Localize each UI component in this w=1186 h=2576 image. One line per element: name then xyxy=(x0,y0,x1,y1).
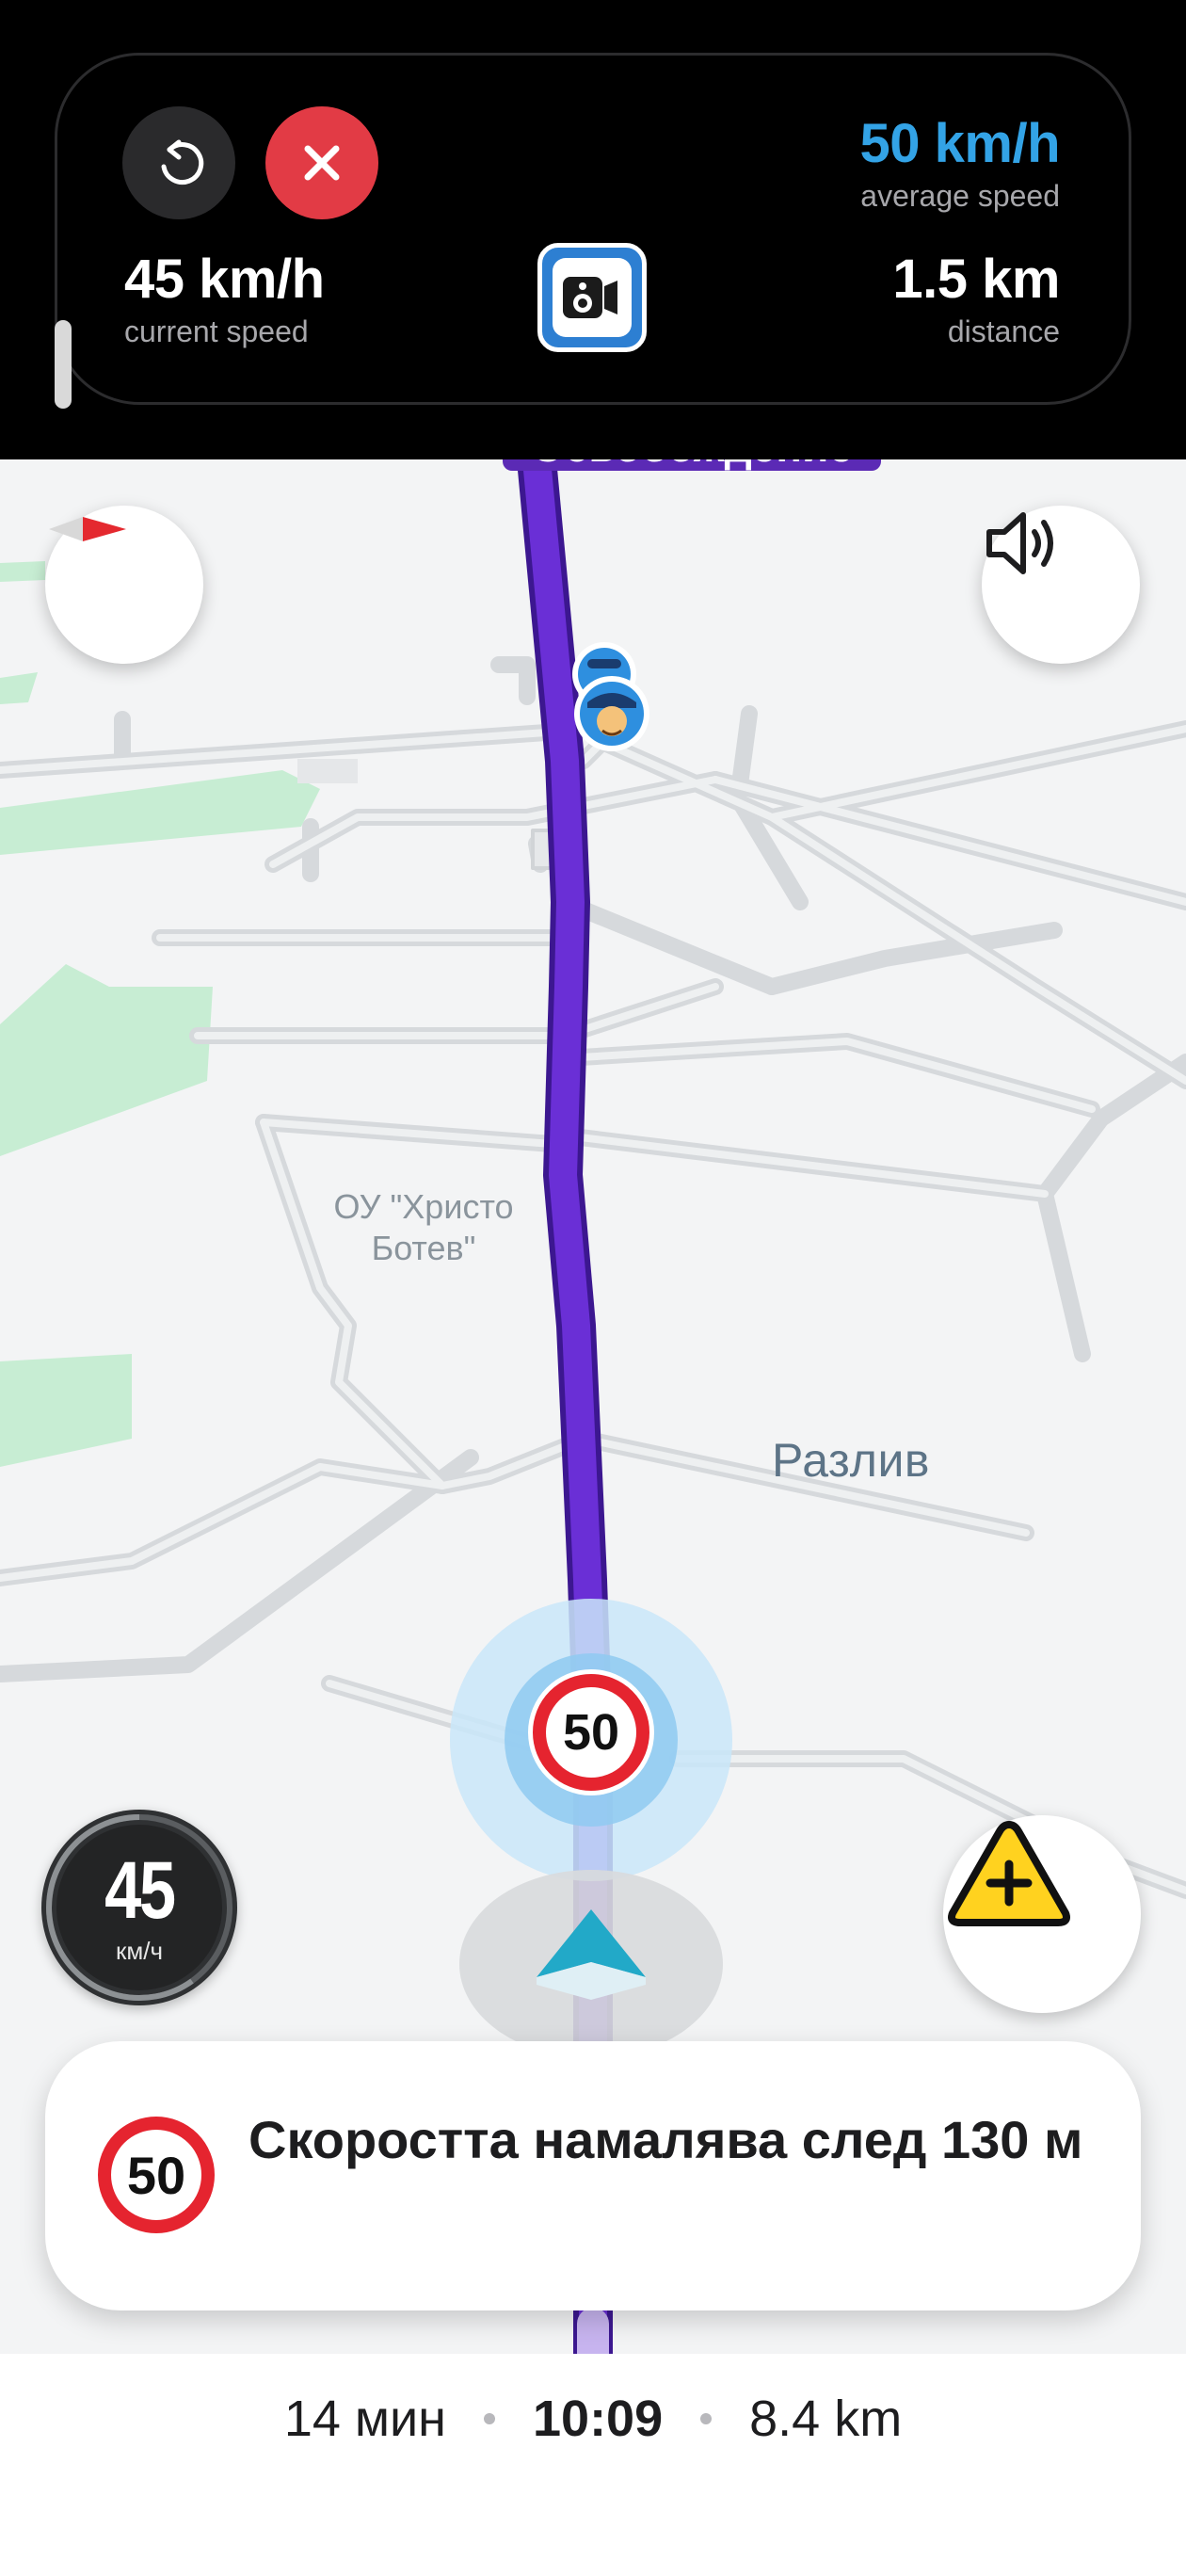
average-speed-value: 50 km/h xyxy=(859,113,1061,174)
trip-summary-bar[interactable]: 14 мин 10:09 8.4 km xyxy=(0,2354,1186,2576)
panel-handle[interactable] xyxy=(55,320,72,409)
alert-speed-limit-sign: 50 xyxy=(98,2117,215,2233)
speedometer[interactable]: 45 км/ч xyxy=(41,1810,237,2005)
separator-dot xyxy=(700,2413,713,2424)
arrival-time: 10:09 xyxy=(533,2391,664,2447)
distance-label: distance xyxy=(947,314,1060,348)
average-speed-label: average speed xyxy=(860,179,1060,213)
speaker-icon xyxy=(986,512,1053,574)
distance-value: 1.5 km xyxy=(892,249,1060,310)
trip-summary: 14 мин 10:09 8.4 km xyxy=(0,2390,1186,2448)
trip-distance: 8.4 km xyxy=(749,2391,903,2447)
report-hazard-icon xyxy=(948,1821,1070,1926)
close-icon xyxy=(304,145,340,181)
street-name-banner: Освобождение xyxy=(503,459,881,471)
speed-camera-panel: 45 km/h current speed 50 km/h average sp… xyxy=(0,0,1186,459)
current-speed-label: current speed xyxy=(124,314,309,348)
compass-button[interactable] xyxy=(45,506,203,664)
separator-dot xyxy=(484,2413,495,2424)
sound-button[interactable] xyxy=(982,506,1140,664)
town-label: Разлив xyxy=(772,1434,930,1487)
current-speed-value: 45 km/h xyxy=(124,249,325,310)
compass-icon xyxy=(49,517,126,541)
trip-duration: 14 мин xyxy=(283,2391,446,2447)
reset-icon xyxy=(161,139,204,185)
average-speed: 50 km/h average speed xyxy=(860,117,1061,214)
current-speed: 45 km/h current speed xyxy=(124,252,325,349)
poi-label: ОУ "Христо Ботев" xyxy=(333,1187,514,1267)
distance-stat: 1.5 km distance xyxy=(892,252,1060,349)
reset-button[interactable] xyxy=(122,106,235,219)
speed-alert-card[interactable]: 50 Скоростта намалява след 130 м xyxy=(45,2041,1141,2310)
report-button[interactable] xyxy=(943,1815,1141,2013)
speedometer-unit: км/ч xyxy=(115,1936,164,1965)
close-button[interactable] xyxy=(265,106,378,219)
speedometer-value: 45 xyxy=(104,1844,176,1936)
speed-camera-badge xyxy=(537,243,647,352)
speed-camera-limit-sign[interactable]: 50 xyxy=(533,1674,649,1791)
alert-message: Скоростта намалява след 130 м xyxy=(248,2110,1083,2169)
speed-camera-icon xyxy=(563,277,617,318)
